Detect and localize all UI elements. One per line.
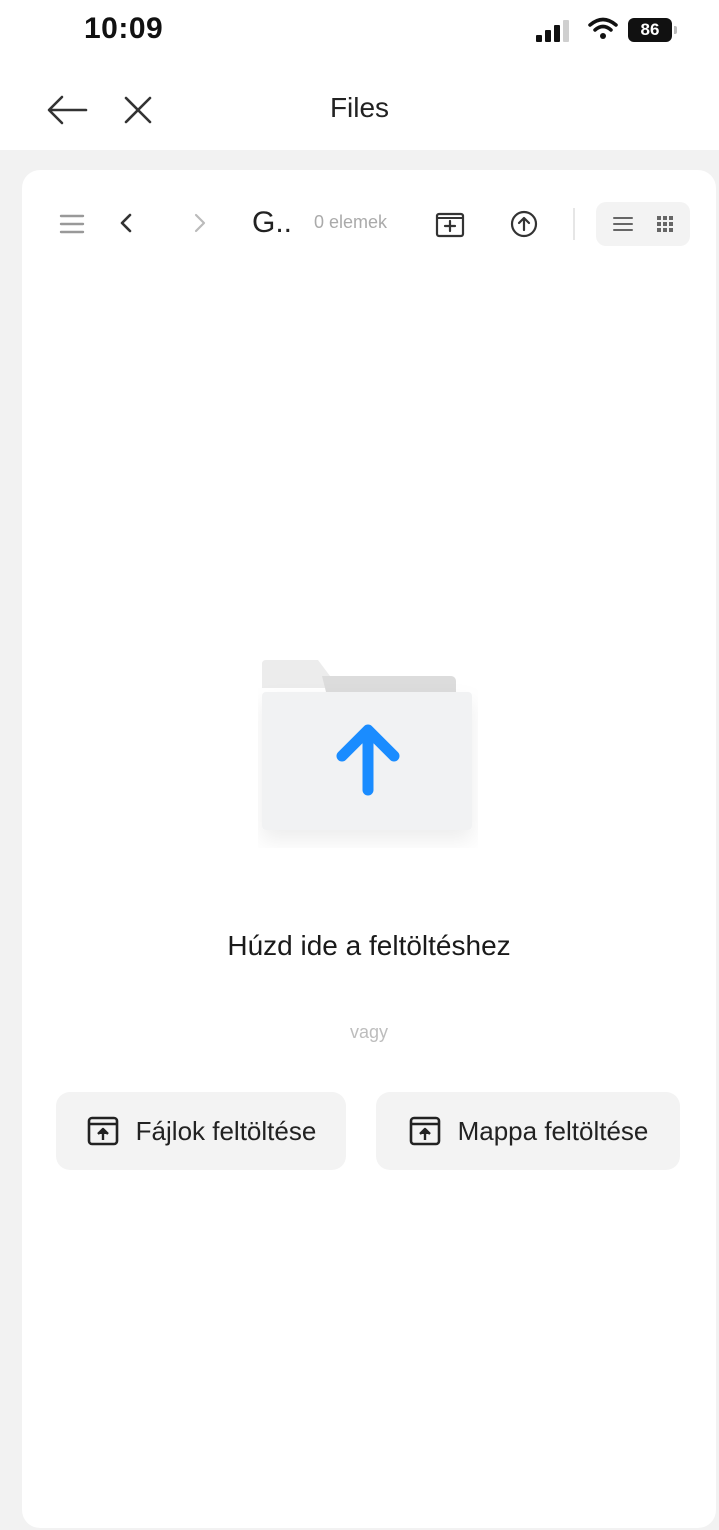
upload-folder-label: Mappa feltöltése	[457, 1115, 649, 1146]
or-separator: vagy	[349, 1022, 389, 1042]
upload-icon[interactable]	[508, 208, 540, 240]
battery-icon: 86	[628, 18, 678, 42]
upload-box-icon	[409, 1116, 440, 1146]
upload-files-button[interactable]: Fájlok feltöltése	[56, 1092, 346, 1170]
upload-files-label: Fájlok feltöltése	[135, 1115, 317, 1146]
menu-icon[interactable]	[58, 210, 86, 238]
upload-box-icon	[87, 1116, 118, 1146]
nav-header: Files	[0, 70, 719, 150]
upload-folder-button[interactable]: Mappa feltöltése	[376, 1092, 680, 1170]
drop-zone-title: Húzd ide a feltöltéshez	[227, 930, 511, 961]
file-toolbar: G.. 0 elemek	[22, 200, 716, 250]
page-title: Files	[329, 92, 390, 123]
wifi-icon	[588, 17, 618, 39]
current-folder-name: G..	[252, 206, 293, 239]
signal-icon	[536, 20, 569, 42]
status-bar: 10:09 86	[0, 0, 719, 64]
status-time: 10:09	[84, 12, 164, 45]
battery-level: 86	[628, 18, 672, 42]
list-view-icon[interactable]	[606, 210, 640, 238]
folder-upload-illustration	[262, 660, 472, 830]
grid-view-icon[interactable]	[648, 210, 682, 238]
chevron-right-icon[interactable]	[188, 208, 212, 238]
item-count: 0 elemek	[314, 212, 388, 232]
new-folder-icon[interactable]	[434, 208, 466, 240]
view-toggle	[596, 202, 690, 246]
chevron-left-icon[interactable]	[114, 208, 138, 238]
toolbar-divider	[573, 208, 575, 240]
file-browser-card: G.. 0 elemek Húzd ide a feltöltéshez vag…	[22, 170, 716, 1528]
